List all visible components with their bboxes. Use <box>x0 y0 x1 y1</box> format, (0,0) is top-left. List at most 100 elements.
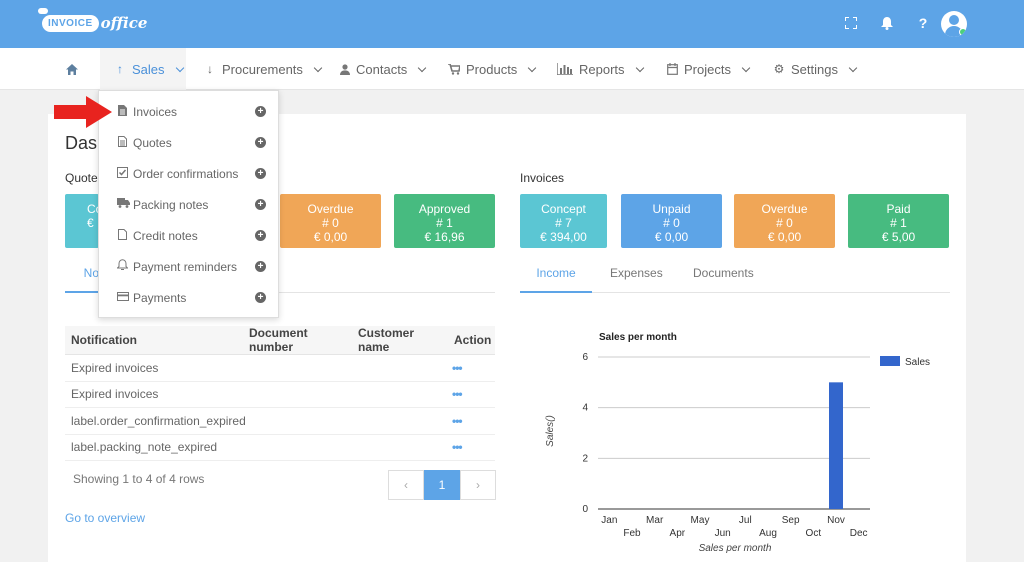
row-action-menu[interactable]: ••• <box>452 361 463 375</box>
go-to-overview-link[interactable]: Go to overview <box>65 511 145 525</box>
quote-tile-overdue[interactable]: Overdue # 0 € 0,00 <box>280 194 381 248</box>
invoice-tile-paid[interactable]: Paid # 1 € 5,00 <box>848 194 949 248</box>
row-action-menu[interactable]: ••• <box>452 414 463 428</box>
logo-cloud-icon <box>38 8 48 14</box>
table-row: label.packing_note_expired ••• <box>65 434 495 461</box>
fullscreen-icon[interactable] <box>842 14 860 32</box>
tab-income[interactable]: Income <box>520 263 592 293</box>
online-status-dot <box>959 28 967 36</box>
pagination-prev[interactable]: ‹ <box>388 470 424 500</box>
invoice-tile-concept[interactable]: Concept # 7 € 394,00 <box>520 194 607 248</box>
tab-documents[interactable]: Documents <box>693 263 754 293</box>
quote-tile-concept[interactable]: Co € <box>65 194 102 248</box>
app-logo[interactable]: INVOICE office <box>38 8 148 34</box>
x-tick-label: Sep <box>782 515 800 526</box>
table-cell: label.packing_note_expired <box>65 434 448 461</box>
x-tick-label: Feb <box>623 528 641 539</box>
menu-item-payments[interactable]: Payments + <box>99 282 278 313</box>
add-quote-icon[interactable]: + <box>255 137 266 148</box>
nav-products[interactable]: Products <box>448 48 537 90</box>
chevron-down-icon <box>528 63 537 72</box>
chart-ylabel: Sales() <box>545 415 556 447</box>
menu-item-order-confirmations[interactable]: Order confirmations + <box>99 158 278 189</box>
menu-item-credit-notes[interactable]: Credit notes + <box>99 220 278 251</box>
arrow-up-icon: ↑ <box>117 62 123 76</box>
invoices-tabs: Income Expenses Documents <box>520 263 950 293</box>
nav-procurements[interactable]: ↓ Procurements <box>204 48 323 90</box>
invoice-tile-unpaid[interactable]: Unpaid # 0 € 0,00 <box>621 194 722 248</box>
tab-notifications[interactable]: No <box>65 263 99 293</box>
table-cell: Expired invoices <box>65 381 448 408</box>
nav-products-label: Products <box>466 61 518 77</box>
red-pointer-arrow-icon <box>54 96 112 128</box>
nav-contacts[interactable]: Contacts <box>340 48 427 90</box>
x-tick-label: Aug <box>759 528 777 539</box>
logo-pill-text: INVOICE <box>42 14 99 32</box>
pagination-next[interactable]: › <box>460 470 496 500</box>
menu-item-invoices[interactable]: Invoices + <box>99 96 278 127</box>
arrow-down-icon: ↓ <box>207 62 213 76</box>
file-outline-icon <box>117 228 128 243</box>
add-credit-note-icon[interactable]: + <box>255 230 266 241</box>
bar-chart-icon <box>557 63 573 75</box>
help-icon[interactable]: ? <box>914 14 932 32</box>
menu-item-payment-reminders[interactable]: Payment reminders + <box>99 251 278 282</box>
nav-home[interactable] <box>53 48 91 90</box>
top-bar: INVOICE office ? + <box>0 0 1024 48</box>
sales-per-month-chart: Sales per month Sales per month Sales() … <box>545 332 930 554</box>
invoices-section-label: Invoices <box>520 171 565 185</box>
pagination-info: Showing 1 to 4 of 4 rows <box>73 472 205 486</box>
notifications-table: Notification Document number Customer na… <box>65 326 495 461</box>
col-document-number[interactable]: Document number <box>243 326 352 355</box>
nav-reports[interactable]: Reports <box>557 48 644 90</box>
chevron-down-icon <box>741 63 751 72</box>
bell-outline-icon <box>116 259 129 274</box>
add-packing-note-icon[interactable]: + <box>255 199 266 210</box>
file-text-icon <box>117 135 128 150</box>
nav-sales[interactable]: ↑ Sales <box>100 48 186 90</box>
x-tick-label: Dec <box>850 528 868 539</box>
chart-xlabel: Sales per month <box>699 543 772 554</box>
add-payment-reminder-icon[interactable]: + <box>255 261 266 272</box>
logo-script-text: office <box>100 14 148 32</box>
pagination: ‹ 1 › <box>388 470 496 500</box>
truck-icon <box>117 198 130 211</box>
x-tick-label: Apr <box>670 528 686 539</box>
table-row: label.order_confirmation_expired ••• <box>65 407 495 435</box>
row-action-menu[interactable]: ••• <box>452 440 463 454</box>
table-cell: label.order_confirmation_expired <box>65 407 448 435</box>
table-cell: Expired invoices <box>65 354 448 382</box>
quote-tile-approved[interactable]: Approved # 1 € 16,96 <box>394 194 495 248</box>
col-action[interactable]: Action <box>448 326 495 355</box>
nav-settings-label: Settings <box>791 61 838 77</box>
home-icon <box>66 63 78 75</box>
x-tick-label: Nov <box>827 515 845 526</box>
y-tick-label: 6 <box>582 352 588 363</box>
invoice-tile-overdue[interactable]: Overdue # 0 € 0,00 <box>734 194 835 248</box>
calendar-icon <box>667 63 678 75</box>
row-action-menu[interactable]: ••• <box>452 387 463 401</box>
nav-projects[interactable]: Projects <box>667 48 751 90</box>
user-avatar[interactable] <box>941 11 967 37</box>
sales-dropdown-menu: Invoices + Quotes + Order confirmations … <box>98 90 279 318</box>
chevron-down-icon <box>418 63 427 72</box>
x-tick-label: Jul <box>739 515 752 526</box>
col-customer-name[interactable]: Customer name <box>352 326 448 355</box>
bell-icon[interactable] <box>878 14 896 32</box>
menu-item-packing-notes[interactable]: Packing notes + <box>99 189 278 220</box>
add-order-confirmation-icon[interactable]: + <box>255 168 266 179</box>
menu-item-quotes[interactable]: Quotes + <box>99 127 278 158</box>
x-tick-label: Oct <box>806 528 822 539</box>
x-tick-label: Mar <box>646 515 664 526</box>
pagination-page-1[interactable]: 1 <box>424 470 460 500</box>
y-tick-label: 2 <box>582 453 588 464</box>
page-title: Dasl <box>65 133 102 153</box>
add-invoice-icon[interactable]: + <box>255 106 266 117</box>
credit-card-icon <box>117 291 129 304</box>
tab-expenses[interactable]: Expenses <box>610 263 663 293</box>
legend-swatch <box>880 356 900 366</box>
nav-settings[interactable]: ⚙ Settings <box>773 48 858 90</box>
col-notification[interactable]: Notification <box>65 326 243 355</box>
add-payment-icon[interactable]: + <box>255 292 266 303</box>
gear-icon: ⚙ <box>773 62 785 76</box>
